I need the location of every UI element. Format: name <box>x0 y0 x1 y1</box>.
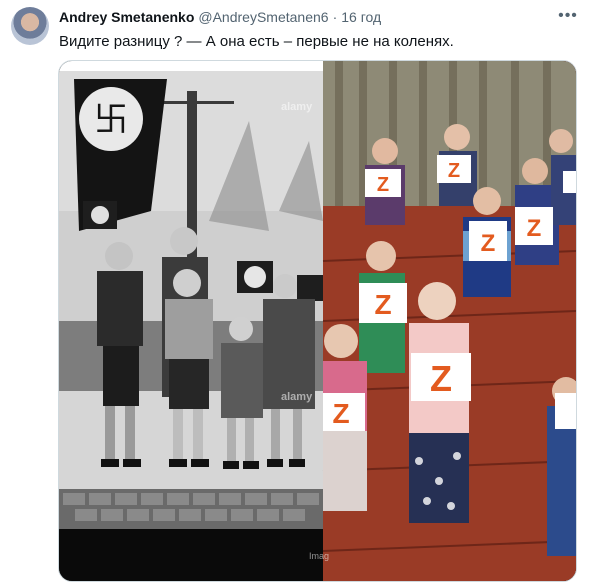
right-photo: Z Z Z Z Z Z Z <box>322 61 576 581</box>
watermark: alamy <box>281 101 313 113</box>
author-handle[interactable]: @AndreySmetanen6 <box>198 9 328 25</box>
z-sign-3: Z <box>481 230 496 257</box>
z-sign-1: Z <box>377 174 389 196</box>
z-sign-7: Z <box>430 358 452 399</box>
tweet: Andrey Smetanenko @AndreySmetanen6 · 16 … <box>0 0 606 582</box>
tweet-header: Andrey Smetanenko @AndreySmetanen6 · 16 … <box>59 9 381 29</box>
watermark: alamy <box>281 391 313 403</box>
tweet-time[interactable]: 16 год <box>341 9 381 25</box>
left-photo: 卐 <box>59 61 323 581</box>
media-image: 卐 Z Z Z Z Z Z Z <box>59 61 576 581</box>
z-sign-6: Z <box>332 398 349 429</box>
z-sign-5: Z <box>374 289 391 320</box>
tweet-media[interactable]: 卐 Z Z Z Z Z Z Z alamy alamy Imag <box>58 60 577 582</box>
z-sign-4: Z <box>527 215 542 242</box>
separator: · <box>332 9 338 25</box>
image-caption: Imag <box>309 551 330 561</box>
tweet-text: Видите разницу ? — А она есть – первые н… <box>59 33 454 50</box>
more-options-button[interactable]: ••• <box>556 6 580 26</box>
svg-text:卐: 卐 <box>94 100 128 140</box>
avatar[interactable] <box>11 7 49 45</box>
z-sign-2: Z <box>448 160 460 182</box>
ellipsis-icon: ••• <box>558 7 578 24</box>
author-name[interactable]: Andrey Smetanenko <box>59 9 194 25</box>
